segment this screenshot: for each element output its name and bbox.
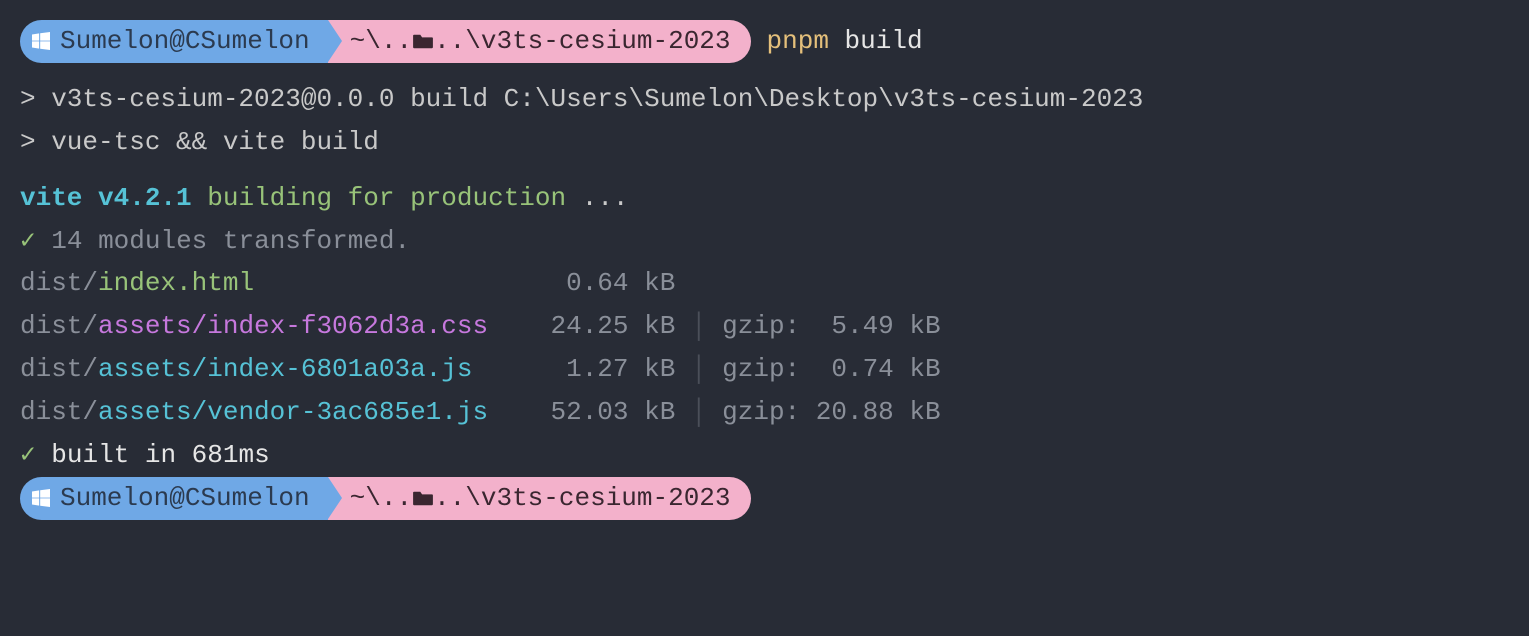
asset-filename: assets/vendor-3ac685e1.js [98,397,535,427]
asset-gzip: gzip: 0.74 kB [722,354,940,384]
asset-gzip: gzip: 5.49 kB [722,311,940,341]
column-divider: │ [675,354,722,384]
prompt-path-pill: ~\.. ..\v3ts-cesium-2023 [328,477,751,520]
asset-size: 0.64 kB [535,268,675,298]
prompt-path-pre: ~\.. [350,477,412,520]
command-input[interactable]: pnpm build [767,20,923,63]
check-icon: ✓ [20,440,36,470]
asset-size: 1.27 kB [535,354,675,384]
prompt-line-2[interactable]: Sumelon@CSumelon ~\.. ..\v3ts-cesium-202… [20,477,1509,520]
asset-dist-prefix: dist/ [20,397,98,427]
prompt-path-post: ..\v3ts-cesium-2023 [434,20,730,63]
command-name: pnpm [767,26,829,56]
prompt-path-pill: ~\.. ..\v3ts-cesium-2023 [328,20,751,63]
prompt-path-post: ..\v3ts-cesium-2023 [434,477,730,520]
check-icon: ✓ [20,226,36,256]
separator-arrow-icon [328,477,342,519]
prompt-user: Sumelon@CSumelon [60,477,310,520]
column-divider: │ [675,311,722,341]
asset-row: dist/assets/index-6801a03a.js 1.27 kB │ … [20,348,1509,391]
prompt-user-pill: Sumelon@CSumelon [20,20,328,63]
asset-dist-prefix: dist/ [20,354,98,384]
asset-gzip: gzip: 20.88 kB [722,397,940,427]
prompt-path-pre: ~\.. [350,20,412,63]
asset-size: 52.03 kB [535,397,675,427]
folder-icon [412,489,434,507]
prompt-line-1[interactable]: Sumelon@CSumelon ~\.. ..\v3ts-cesium-202… [20,20,1509,63]
vite-building-line: vite v4.2.1 building for production ... [20,177,1509,220]
asset-dist-prefix: dist/ [20,311,98,341]
output-line: > vue-tsc && vite build [20,121,1509,164]
command-arg: build [845,26,923,56]
built-line: ✓ built in 681ms [20,434,1509,477]
prompt-user: Sumelon@CSumelon [60,20,310,63]
asset-row: dist/index.html 0.64 kB [20,262,1509,305]
asset-filename: assets/index-6801a03a.js [98,354,535,384]
asset-row: dist/assets/vendor-3ac685e1.js 52.03 kB … [20,391,1509,434]
column-divider: │ [675,397,722,427]
transformed-line: ✓ 14 modules transformed. [20,220,1509,263]
asset-filename: assets/index-f3062d3a.css [98,311,535,341]
asset-size: 24.25 kB [535,311,675,341]
asset-row: dist/assets/index-f3062d3a.css 24.25 kB … [20,305,1509,348]
output-line: > v3ts-cesium-2023@0.0.0 build C:\Users\… [20,78,1509,121]
separator-arrow-icon [328,20,342,62]
vite-version: vite v4.2.1 [20,183,192,213]
asset-dist-prefix: dist/ [20,268,98,298]
folder-icon [412,32,434,50]
windows-icon [32,32,50,50]
asset-filename: index.html [98,268,535,298]
windows-icon [32,489,50,507]
prompt-user-pill: Sumelon@CSumelon [20,477,328,520]
